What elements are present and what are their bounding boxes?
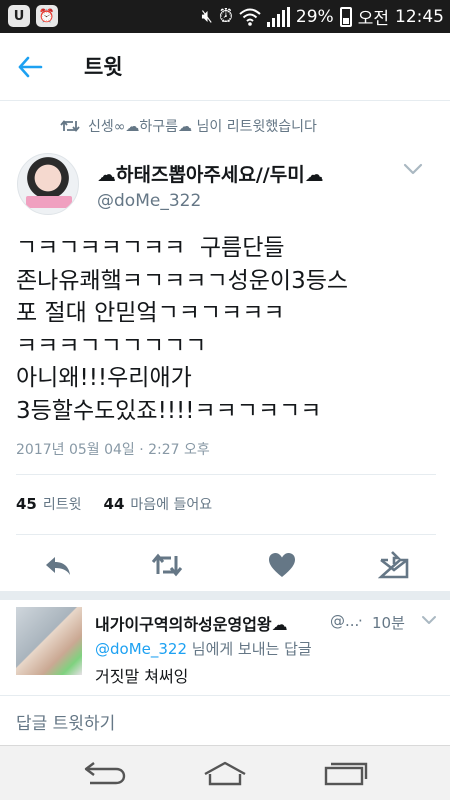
retweet-small-icon bbox=[60, 120, 80, 132]
divider bbox=[16, 474, 436, 475]
status-right: 🔇︎ ⏰︎ 29% 오전 12:45 bbox=[202, 0, 444, 33]
retweet-context-text: 신셍∞☁하구름☁ 님이 리트윗했습니다 bbox=[88, 119, 317, 135]
wifi-icon bbox=[239, 8, 261, 26]
status-ampm: 오전 bbox=[357, 9, 389, 29]
retweet-icon[interactable] bbox=[151, 549, 183, 581]
section-divider bbox=[0, 591, 450, 600]
chevron-down-icon[interactable] bbox=[402, 161, 424, 177]
arrow-left-icon[interactable] bbox=[14, 51, 46, 83]
status-left: U ⏰ bbox=[8, 5, 58, 27]
reply-avatar[interactable] bbox=[16, 607, 82, 675]
recents-nav-icon[interactable] bbox=[322, 760, 370, 788]
retweet-context[interactable]: 신셍∞☁하구름☁ 님이 리트윗했습니다 bbox=[60, 116, 317, 136]
tweet-text: ㄱㅋㄱㅋㅋㄱㅋㅋ 구름단들 존나유쾌햌ㅋㄱㅋㅋㄱ성운이3등스 포 절대 안믿엌ㄱ… bbox=[16, 235, 349, 424]
home-nav-icon[interactable] bbox=[201, 760, 249, 788]
author-handle[interactable]: @doMe_322 bbox=[97, 191, 201, 211]
status-time: 12:45 bbox=[395, 6, 444, 27]
direct-message-icon[interactable] bbox=[378, 549, 410, 581]
reply-display-name[interactable]: 내가이구역의하성운영업왕☁ bbox=[95, 611, 288, 635]
author-display-name[interactable]: ☁하태즈뽑아주세요//두미☁ bbox=[97, 160, 324, 187]
retweet-count[interactable]: 45 bbox=[16, 495, 37, 513]
battery-percent: 29% bbox=[295, 6, 334, 27]
retweet-label[interactable]: 리트윗 bbox=[43, 494, 82, 514]
reply-text: 거짓말 쳐써잉 bbox=[95, 667, 189, 686]
tweet-timestamp: 2017년 05월 04일 · 2:27 오후 bbox=[16, 442, 210, 458]
divider bbox=[16, 534, 436, 535]
reply-to-mention[interactable]: @doMe_322 bbox=[95, 640, 187, 658]
reply-compose-input[interactable]: 답글 트윗하기 bbox=[16, 709, 115, 734]
chevron-down-icon[interactable] bbox=[421, 614, 437, 626]
tweet-stats: 45 리트윗 44 마음에 들어요 bbox=[16, 494, 212, 514]
reply-dot: · bbox=[358, 612, 363, 630]
back-nav-icon[interactable] bbox=[80, 760, 128, 788]
mute-icon: 🔇︎ bbox=[201, 5, 213, 27]
heart-icon[interactable] bbox=[266, 549, 298, 581]
reply-to-suffix: 님에게 보내는 답글 bbox=[187, 640, 312, 658]
app-header: 트윗 bbox=[0, 33, 450, 101]
page-title: 트윗 bbox=[84, 55, 123, 79]
alarm-icon: ⏰︎ bbox=[218, 5, 233, 27]
tweet-actions bbox=[0, 545, 450, 585]
alarm-clock-app-icon: ⏰ bbox=[36, 5, 58, 27]
reply-to-line: @doMe_322 님에게 보내는 답글 bbox=[95, 638, 312, 659]
reply-handle[interactable]: @... bbox=[330, 612, 359, 630]
like-label[interactable]: 마음에 들어요 bbox=[130, 494, 212, 514]
battery-icon bbox=[339, 6, 352, 27]
divider bbox=[0, 695, 450, 696]
reply-icon[interactable] bbox=[42, 549, 74, 581]
avatar[interactable] bbox=[17, 153, 79, 215]
signal-icon bbox=[266, 6, 290, 27]
like-count[interactable]: 44 bbox=[104, 495, 125, 513]
u-app-icon: U bbox=[8, 5, 30, 27]
status-bar: U ⏰ 🔇︎ ⏰︎ 29% 오전 12:45 bbox=[0, 0, 450, 33]
reply-time: 10분 bbox=[372, 614, 405, 632]
system-nav-bar bbox=[0, 745, 450, 800]
